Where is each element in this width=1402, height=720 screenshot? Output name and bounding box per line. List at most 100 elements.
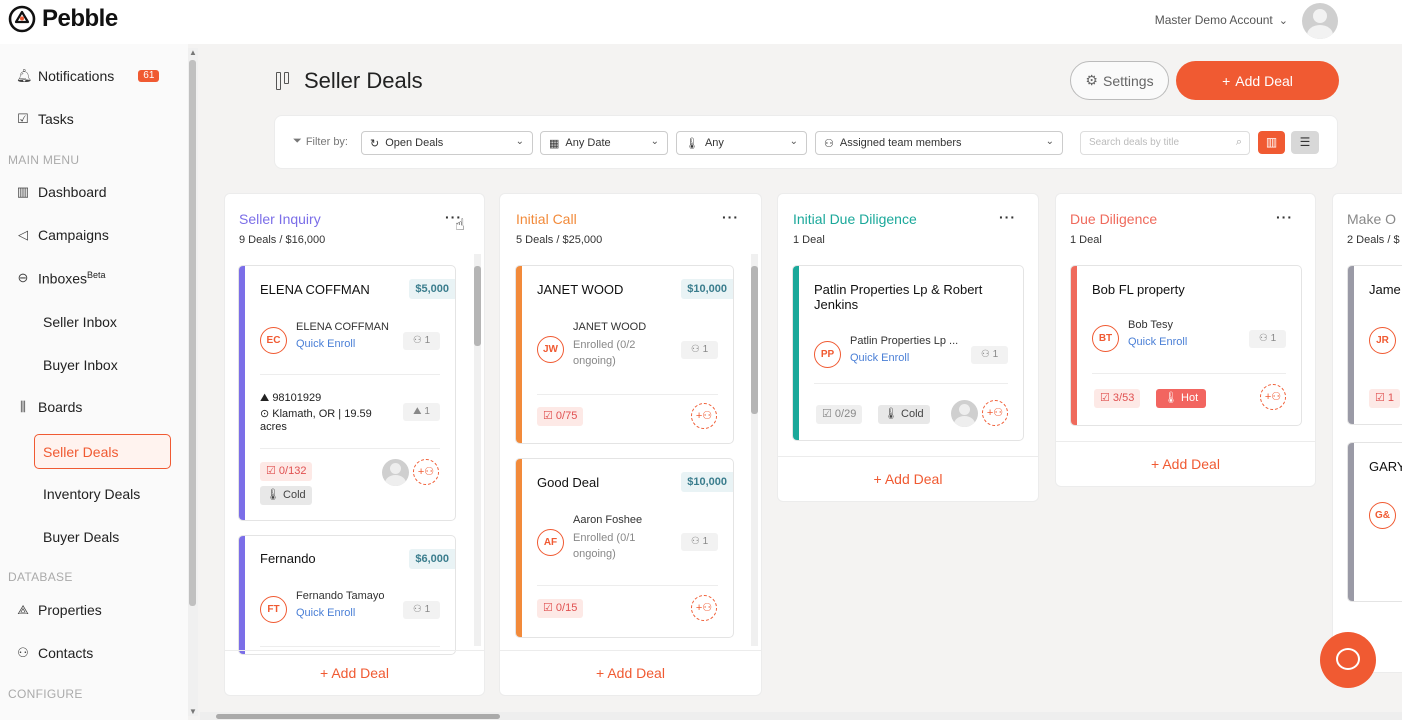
assignee-avatar[interactable] [951, 400, 978, 427]
property-count: ⛰︎ 1 [403, 403, 440, 421]
user-avatar[interactable] [1302, 3, 1338, 39]
column-add-deal-link[interactable]: + Add Deal [225, 665, 484, 681]
contact-name[interactable]: Fernando Tamayo [296, 590, 384, 602]
add-deal-button[interactable]: + Add Deal [1176, 61, 1339, 100]
assign-user-icon[interactable]: +⚇ [691, 595, 717, 621]
sidebar-item-label: Properties [38, 602, 102, 618]
sidebar-item-seller-deals[interactable]: Seller Deals [34, 434, 171, 469]
chat-support-button[interactable] [1320, 632, 1376, 688]
deal-title: Bob FL property [1092, 282, 1185, 297]
temperature-badge: 🌡︎ Hot [1156, 389, 1207, 408]
task-progress[interactable]: ☑ 3/53 [1094, 389, 1141, 408]
deal-title: Patlin Properties Lp & Robert Jenkins [814, 282, 983, 312]
scrollbar-thumb[interactable] [189, 60, 196, 606]
column-title: Seller Inquiry [239, 211, 321, 227]
contact-name[interactable]: Patlin Properties Lp ... [850, 335, 958, 347]
task-progress[interactable]: ☑ 0/29 [816, 405, 863, 424]
deal-price: $5,000 [409, 279, 455, 299]
property-zip: ⛰︎ 98101929 [260, 392, 322, 404]
quick-enroll-link[interactable]: Quick Enroll [850, 352, 909, 364]
sidebar-item-buyer-deals[interactable]: Buyer Deals [43, 529, 119, 545]
column-title: Initial Due Diligence [793, 211, 917, 227]
contact-name[interactable]: ELENA COFFMAN [296, 321, 389, 333]
contact-avatar: JR [1369, 327, 1396, 354]
deal-card[interactable]: ELENA COFFMAN $5,000 EC ELENA COFFMAN Qu… [238, 265, 456, 521]
search-input[interactable]: Search deals by title ⌕ [1080, 131, 1250, 155]
sidebar-scrollbar[interactable]: ▲ ▼ [188, 48, 198, 716]
contact-name[interactable]: Bob Tesy [1128, 319, 1173, 331]
assign-user-icon[interactable]: +⚇ [1260, 384, 1286, 410]
sidebar-item-boards[interactable]: ⫼ Boards [16, 399, 82, 415]
deal-card[interactable]: Fernando $6,000 FT Fernando Tamayo Quick… [238, 535, 456, 655]
task-progress[interactable]: ☑ 0/132 [260, 462, 313, 481]
contact-avatar: G& [1369, 502, 1396, 529]
sidebar-item-inventory-deals[interactable]: Inventory Deals [43, 486, 140, 502]
deal-card[interactable]: Jame JR ☑ 1 [1347, 265, 1402, 425]
task-progress[interactable]: ☑ 0/15 [537, 599, 584, 618]
deal-title: Jame [1369, 282, 1401, 297]
sidebar-item-contacts[interactable]: ⚇ Contacts [16, 645, 93, 661]
chevron-down-icon: ⌄ [515, 136, 524, 147]
sidebar-item-buyer-inbox[interactable]: Buyer Inbox [43, 357, 118, 373]
deal-card[interactable]: Good Deal $10,000 AF Aaron Foshee Enroll… [515, 458, 734, 638]
assign-user-icon[interactable]: +⚇ [413, 459, 439, 485]
assign-user-icon[interactable]: +⚇ [691, 403, 717, 429]
sidebar-item-properties[interactable]: ⟁ Properties [16, 602, 102, 618]
column-summary: 9 Deals / $16,000 [239, 234, 326, 246]
search-icon: ⌕ [1235, 136, 1242, 148]
sidebar-item-inboxes[interactable]: ⊖ InboxesBeta [16, 270, 106, 287]
sidebar-item-label: Campaigns [38, 227, 109, 243]
sidebar-item-tasks[interactable]: ☑ Tasks [16, 111, 74, 127]
pebble-logo[interactable]: Pebble [8, 5, 118, 33]
contact-name[interactable]: Aaron Foshee [573, 514, 642, 526]
deal-card[interactable]: GARY G& [1347, 442, 1402, 602]
account-switcher[interactable]: Master Demo Account ⌄ [1155, 13, 1288, 27]
temperature-filter[interactable]: 🌡︎ Any ⌄ [676, 131, 807, 155]
sidebar-item-campaigns[interactable]: ◁ Campaigns [16, 227, 109, 243]
deal-card[interactable]: Bob FL property BT Bob Tesy Quick Enroll… [1070, 265, 1302, 426]
more-options-icon[interactable]: ··· [1276, 209, 1293, 225]
scroll-up-icon[interactable]: ▲ [189, 48, 197, 57]
column-summary: 2 Deals / $ [1347, 234, 1400, 246]
contact-count: ⚇ 1 [681, 533, 718, 551]
board-icon: ⫼ [20, 399, 26, 414]
chevron-down-icon: ⌄ [1278, 14, 1288, 27]
assign-user-icon[interactable]: +⚇ [982, 400, 1008, 426]
sidebar-item-notifications[interactable]: 🔔︎ Notifications 61 [16, 68, 160, 84]
assignee-avatar[interactable] [382, 459, 409, 486]
column-add-deal-link[interactable]: + Add Deal [1056, 456, 1315, 472]
board-horizontal-scrollbar[interactable] [200, 712, 1402, 720]
column-scrollbar[interactable] [474, 254, 481, 646]
column-scrollbar[interactable] [751, 254, 758, 646]
temperature-badge: 🌡︎ Cold [260, 486, 312, 505]
column-make-offer: Make O 2 Deals / $ Jame JR ☑ 1 GARY G& [1332, 193, 1402, 673]
column-initial-due-diligence: Initial Due Diligence 1 Deal ··· Patlin … [777, 193, 1039, 502]
deal-card[interactable]: Patlin Properties Lp & Robert Jenkins PP… [792, 265, 1024, 441]
column-add-deal-link[interactable]: + Add Deal [778, 471, 1038, 487]
more-options-icon[interactable]: ··· [999, 209, 1016, 225]
more-options-icon[interactable]: ··· [722, 209, 739, 225]
sidebar-item-dashboard[interactable]: ▥ Dashboard [16, 184, 107, 200]
property-address: ⊙ Klamath, OR | 19.59 acres [260, 408, 372, 433]
scroll-down-icon[interactable]: ▼ [189, 707, 197, 716]
contact-name[interactable]: JANET WOOD [573, 321, 646, 333]
task-progress[interactable]: ☑ 1 [1369, 389, 1401, 408]
quick-enroll-link[interactable]: Quick Enroll [296, 338, 355, 350]
deal-price: $10,000 [681, 472, 733, 492]
kanban-view-button[interactable]: ▥ [1258, 131, 1285, 154]
column-summary: 1 Deal [793, 234, 825, 246]
quick-enroll-link[interactable]: Quick Enroll [296, 607, 355, 619]
settings-button[interactable]: ⚙ Settings [1070, 61, 1169, 100]
filter-label: ⏷ Filter by: [293, 135, 348, 148]
sidebar-item-seller-inbox[interactable]: Seller Inbox [43, 314, 117, 330]
date-filter[interactable]: ▦ Any Date ⌄ [540, 131, 668, 155]
quick-enroll-link[interactable]: Quick Enroll [1128, 336, 1187, 348]
list-view-button[interactable]: ☰ [1291, 131, 1319, 154]
status-filter[interactable]: ↻ Open Deals ⌄ [361, 131, 533, 155]
deal-card[interactable]: JANET WOOD $10,000 JW JANET WOOD Enrolle… [515, 265, 734, 444]
column-add-deal-link[interactable]: + Add Deal [500, 665, 761, 681]
contact-count: ⚇ 1 [403, 332, 440, 350]
task-progress[interactable]: ☑ 0/75 [537, 407, 584, 426]
team-filter[interactable]: ⚇ Assigned team members ⌄ [815, 131, 1063, 155]
deal-price: $6,000 [409, 549, 455, 569]
